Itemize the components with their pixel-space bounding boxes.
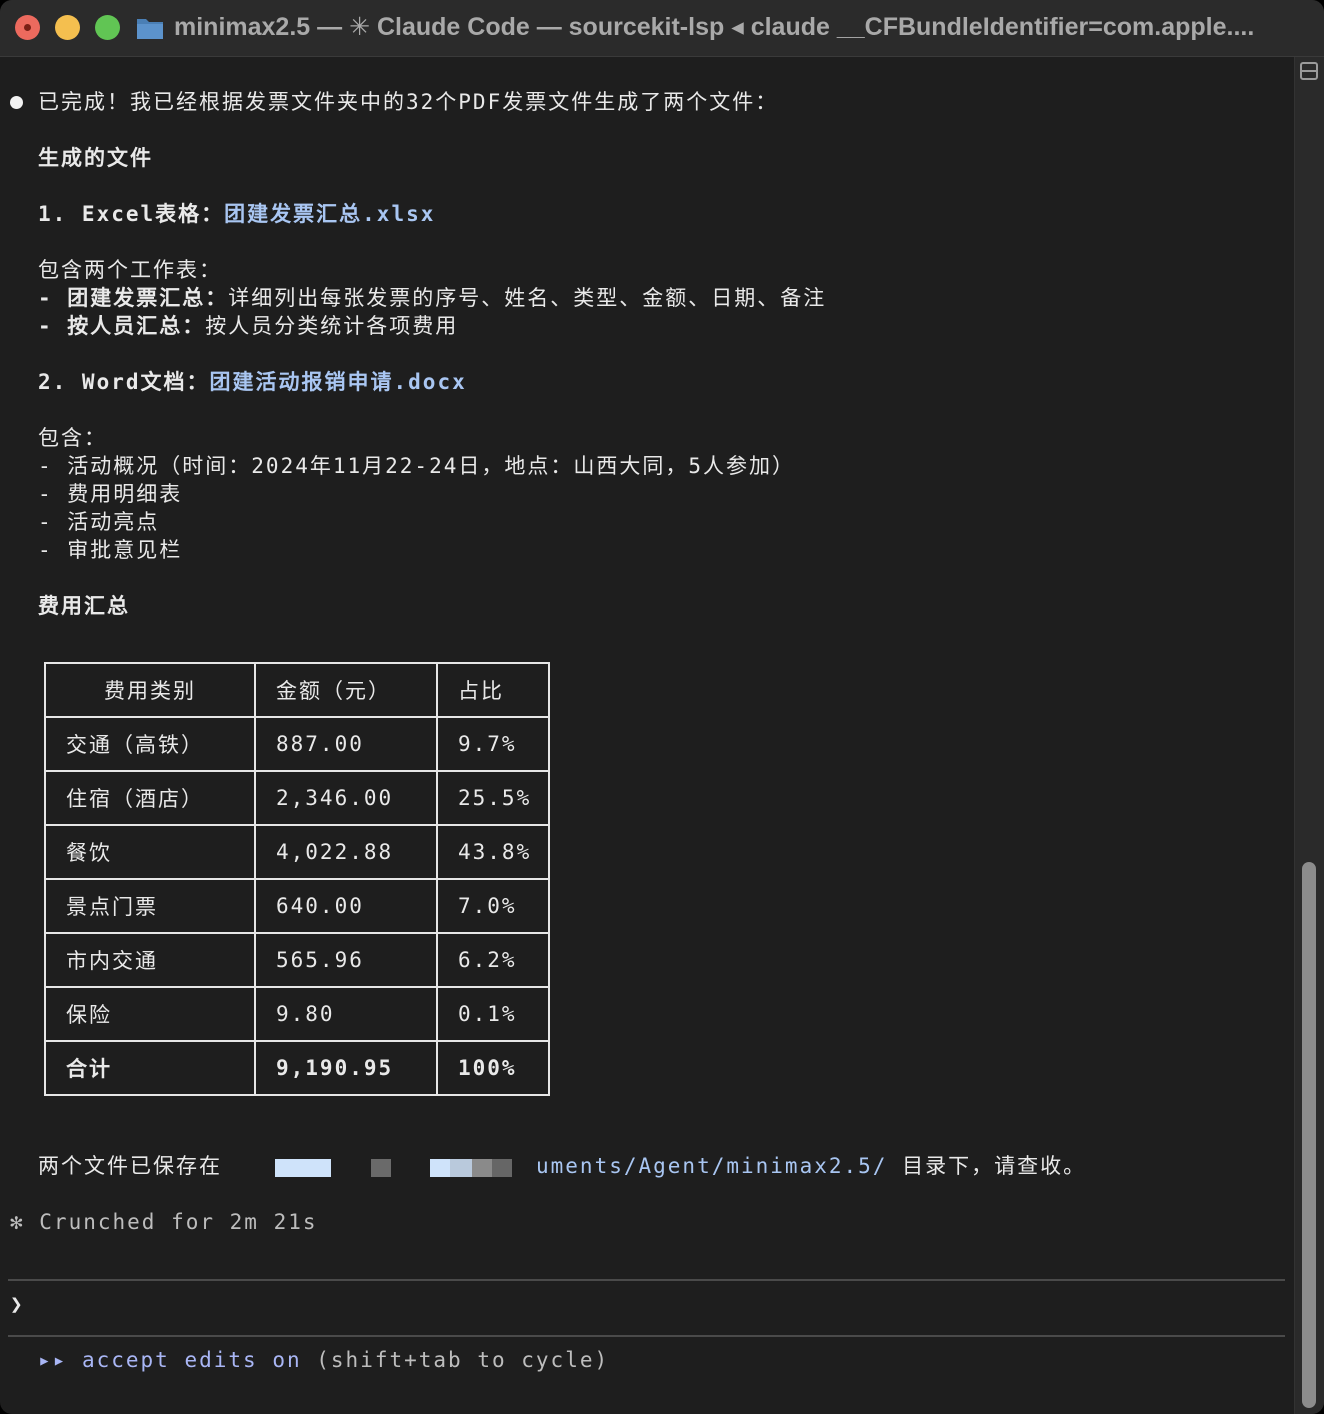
input-divider-bottom xyxy=(8,1335,1285,1337)
table-cell: 住宿（酒店） xyxy=(44,770,256,826)
item2-point-2: - 费用明细表 xyxy=(38,482,183,506)
table-cell: 43.8% xyxy=(436,824,550,880)
item1-contains: 包含两个工作表： xyxy=(38,258,222,282)
table-cell: 交通（高铁） xyxy=(44,716,256,772)
table-cell: 9.80 xyxy=(254,986,438,1042)
table-row: 景点门票 640.00 7.0% xyxy=(44,878,550,934)
mode-status[interactable]: ▸▸ accept edits on (shift+tab to cycle) xyxy=(38,1348,609,1372)
item1-line: 1. Excel表格：团建发票汇总.xlsx xyxy=(38,200,435,228)
intro-text: 已完成！我已经根据发票文件夹中的32个PDF发票文件生成了两个文件： xyxy=(38,90,779,114)
table-row: 住宿（酒店） 2,346.00 25.5% xyxy=(44,770,550,826)
sheet-desc: 详细列出每张发票的序号、姓名、类型、金额、日期、备注 xyxy=(228,286,827,310)
table-cell: 保险 xyxy=(44,986,256,1042)
item1-sheet-1: - 团建发票汇总：详细列出每张发票的序号、姓名、类型、金额、日期、备注 xyxy=(38,284,826,312)
table-cell: 9.7% xyxy=(436,716,550,772)
table-cell: 100% xyxy=(436,1040,550,1096)
sheet-name: - 团建发票汇总： xyxy=(38,286,229,310)
table-cell: 887.00 xyxy=(254,716,438,772)
input-divider-top xyxy=(8,1279,1285,1281)
mode-hint: (shift+tab to cycle) xyxy=(316,1348,610,1372)
item1-file-link[interactable]: 团建发票汇总.xlsx xyxy=(224,202,435,226)
item2-prefix: 2. Word文档： xyxy=(38,370,210,394)
table-cell: 25.5% xyxy=(436,770,550,826)
table-cell: 2,346.00 xyxy=(254,770,438,826)
saved-path[interactable]: uments/Agent/minimax2.5/ xyxy=(536,1154,887,1178)
table-cell: 0.1% xyxy=(436,986,550,1042)
scrollbar-thumb[interactable] xyxy=(1302,862,1316,1408)
table-cell: 餐饮 xyxy=(44,824,256,880)
prompt-input[interactable] xyxy=(36,1287,1276,1327)
mode-arrows-icon: ▸▸ xyxy=(38,1348,68,1372)
item2-point-4: - 审批意见栏 xyxy=(38,538,183,562)
table-header-row: 费用类别 金额（元） 占比 xyxy=(44,662,550,718)
sheet-desc: 按人员分类统计各项费用 xyxy=(205,314,459,338)
mode-label: accept edits on xyxy=(81,1348,302,1372)
table-row: 交通（高铁） 887.00 9.7% xyxy=(44,716,550,772)
generated-heading: 生成的文件 xyxy=(38,146,153,170)
table-row: 市内交通 565.96 6.2% xyxy=(44,932,550,988)
table-header: 费用类别 xyxy=(44,662,256,718)
item1-prefix: 1. Excel表格： xyxy=(38,202,225,226)
saved-suffix: 目录下，请查收。 xyxy=(887,1154,1087,1178)
title-bar[interactable]: minimax2.5 — ✳ Claude Code — sourcekit-l… xyxy=(0,0,1324,57)
table-row: 保险 9.80 0.1% xyxy=(44,986,550,1042)
table-header: 占比 xyxy=(436,662,550,718)
terminal-content[interactable]: 已完成！我已经根据发票文件夹中的32个PDF发票文件生成了两个文件： 生成的文件… xyxy=(0,57,1294,1414)
bullet-icon xyxy=(10,96,23,109)
minimize-button[interactable] xyxy=(55,15,80,40)
saved-path-line: uments/Agent/minimax2.5/ 目录下，请查收。 xyxy=(536,1152,1086,1180)
table-cell: 景点门票 xyxy=(44,878,256,934)
sheet-name: - 按人员汇总： xyxy=(38,314,206,338)
maximize-button[interactable] xyxy=(95,15,120,40)
close-button[interactable] xyxy=(15,15,40,40)
summary-heading: 费用汇总 xyxy=(38,594,130,618)
item2-contains: 包含： xyxy=(38,426,107,450)
item2-line: 2. Word文档：团建活动报销申请.docx xyxy=(38,368,467,396)
table-cell: 7.0% xyxy=(436,878,550,934)
table-cell: 6.2% xyxy=(436,932,550,988)
scrollbar-menu-icon[interactable] xyxy=(1300,62,1318,80)
table-cell: 9,190.95 xyxy=(254,1040,438,1096)
table-cell: 市内交通 xyxy=(44,932,256,988)
table-row: 餐饮 4,022.88 43.8% xyxy=(44,824,550,880)
table-total-row: 合计 9,190.95 100% xyxy=(44,1040,550,1096)
table-cell: 565.96 xyxy=(254,932,438,988)
item2-point-3: - 活动亮点 xyxy=(38,510,160,534)
window-title: minimax2.5 — ✳ Claude Code — sourcekit-l… xyxy=(174,13,1255,41)
expense-summary-table: 费用类别 金额（元） 占比 交通（高铁） 887.00 9.7% 住宿（酒店） … xyxy=(44,662,550,1096)
item2-file-link[interactable]: 团建活动报销申请.docx xyxy=(210,370,467,394)
crunched-status: ✻ Crunched for 2m 21s xyxy=(10,1210,318,1234)
folder-icon xyxy=(137,19,163,39)
saved-prefix: 两个文件已保存在 xyxy=(38,1154,222,1178)
item1-sheet-2: - 按人员汇总：按人员分类统计各项费用 xyxy=(38,312,458,340)
table-header: 金额（元） xyxy=(254,662,438,718)
item2-point-1: - 活动概况（时间：2024年11月22-24日，地点：山西大同，5人参加） xyxy=(38,454,796,478)
table-cell: 合计 xyxy=(44,1040,256,1096)
prompt-chevron-icon: ❯ xyxy=(10,1292,23,1316)
table-cell: 4,022.88 xyxy=(254,824,438,880)
table-cell: 640.00 xyxy=(254,878,438,934)
terminal-window: minimax2.5 — ✳ Claude Code — sourcekit-l… xyxy=(0,0,1324,1414)
